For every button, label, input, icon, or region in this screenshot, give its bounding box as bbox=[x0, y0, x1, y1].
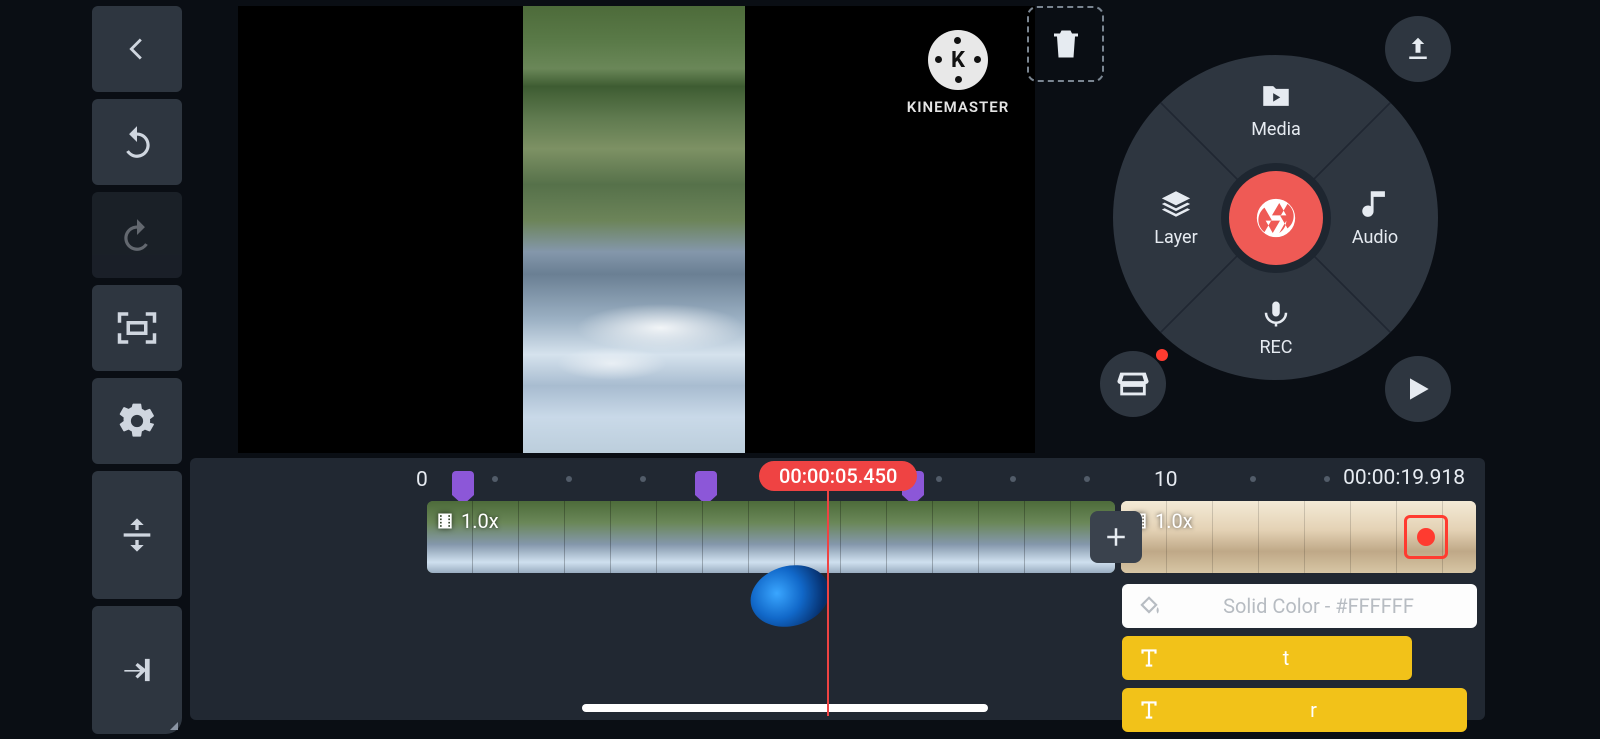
notification-badge-icon bbox=[1156, 349, 1168, 361]
watermark[interactable]: K KINEMASTER bbox=[903, 30, 1013, 116]
film-icon bbox=[435, 511, 455, 531]
kinemaster-logo-icon: K bbox=[928, 30, 988, 90]
share-icon bbox=[1403, 34, 1433, 64]
delete-button[interactable] bbox=[1027, 6, 1104, 82]
ruler-tick bbox=[1084, 476, 1090, 482]
fullscreen-icon bbox=[116, 307, 158, 349]
aperture-icon bbox=[1253, 195, 1299, 241]
jump-to-end-button[interactable] bbox=[92, 606, 182, 734]
playhead-time: 00:00:05.450 bbox=[779, 464, 897, 488]
jump-end-icon bbox=[118, 651, 156, 689]
music-note-icon bbox=[1358, 187, 1392, 221]
layer-solid-color[interactable]: Solid Color - #FFFFFF bbox=[1122, 584, 1477, 628]
ruler-tick bbox=[566, 476, 572, 482]
text-icon bbox=[1136, 697, 1162, 723]
play-button[interactable] bbox=[1385, 356, 1451, 422]
clip-speed-badge: 1.0x bbox=[1155, 509, 1193, 533]
text-icon bbox=[1136, 645, 1162, 671]
layer-label: Solid Color - #FFFFFF bbox=[1174, 594, 1463, 618]
ruler-tick bbox=[1324, 476, 1330, 482]
timeline-expand-button[interactable] bbox=[92, 471, 182, 599]
preview-frame bbox=[523, 6, 745, 453]
recording-thumbnail-icon bbox=[1404, 515, 1448, 559]
redo-icon bbox=[118, 216, 156, 254]
watermark-label: KINEMASTER bbox=[903, 98, 1013, 116]
ruler-tick bbox=[492, 476, 498, 482]
settings-button[interactable] bbox=[92, 378, 182, 464]
wheel-layer-label: Layer bbox=[1154, 227, 1197, 248]
timeline-panel[interactable]: 0 10 00:00:05.450 00:00:19.918 1.0x bbox=[190, 458, 1485, 720]
home-indicator bbox=[582, 704, 988, 712]
wheel-rec-button[interactable]: REC bbox=[1231, 297, 1321, 358]
layers-icon bbox=[1159, 187, 1193, 221]
add-transition-button[interactable] bbox=[1090, 511, 1142, 563]
clip-speed-badge: 1.0x bbox=[461, 509, 499, 533]
action-wheel: Media Layer Audio REC bbox=[1113, 55, 1438, 380]
timeline-bookmark[interactable] bbox=[452, 471, 474, 495]
wheel-layer-button[interactable]: Layer bbox=[1131, 187, 1221, 248]
undo-icon bbox=[118, 123, 156, 161]
wheel-media-button[interactable]: Media bbox=[1231, 79, 1321, 140]
play-icon bbox=[1402, 373, 1434, 405]
gear-icon bbox=[116, 400, 158, 442]
layer-text-1[interactable]: t bbox=[1122, 636, 1412, 680]
wheel-audio-button[interactable]: Audio bbox=[1330, 187, 1420, 248]
wheel-media-label: Media bbox=[1251, 119, 1301, 140]
playhead-line[interactable] bbox=[827, 491, 829, 716]
plus-icon bbox=[1101, 522, 1131, 552]
total-duration: 00:00:19.918 bbox=[1343, 466, 1465, 490]
wheel-capture-button[interactable] bbox=[1221, 163, 1331, 273]
video-clip-1[interactable]: 1.0x bbox=[427, 501, 1115, 573]
layer-label: t bbox=[1174, 646, 1398, 670]
trash-icon bbox=[1048, 26, 1084, 62]
redo-button[interactable] bbox=[92, 192, 182, 278]
ruler-tick bbox=[1250, 476, 1256, 482]
layer-label: r bbox=[1174, 698, 1453, 722]
resize-corner-icon bbox=[170, 722, 178, 730]
wheel-rec-label: REC bbox=[1259, 337, 1292, 358]
ruler-label-0: 0 bbox=[416, 468, 428, 492]
playhead-time-chip: 00:00:05.450 bbox=[759, 461, 917, 491]
asset-store-button[interactable] bbox=[1100, 351, 1166, 417]
chevron-left-icon bbox=[120, 32, 154, 66]
layer-text-2[interactable]: r bbox=[1122, 688, 1467, 732]
paint-bucket-icon bbox=[1136, 593, 1162, 619]
wheel-audio-label: Audio bbox=[1352, 227, 1398, 248]
export-button[interactable] bbox=[1385, 16, 1451, 82]
media-folder-icon bbox=[1259, 79, 1293, 113]
undo-button[interactable] bbox=[92, 99, 182, 185]
primary-clip-track[interactable]: 1.0x 1.0x bbox=[427, 501, 1485, 573]
video-clip-2[interactable]: 1.0x bbox=[1121, 501, 1476, 573]
expand-vertical-icon bbox=[117, 515, 157, 555]
store-icon bbox=[1116, 367, 1150, 401]
timeline-bookmark[interactable] bbox=[695, 471, 717, 495]
ruler-label-10: 10 bbox=[1154, 468, 1178, 492]
ruler-tick bbox=[640, 476, 646, 482]
microphone-icon bbox=[1261, 297, 1291, 331]
ruler-tick bbox=[1010, 476, 1016, 482]
fullscreen-button[interactable] bbox=[92, 285, 182, 371]
ruler-tick bbox=[936, 476, 942, 482]
back-button[interactable] bbox=[92, 6, 182, 92]
